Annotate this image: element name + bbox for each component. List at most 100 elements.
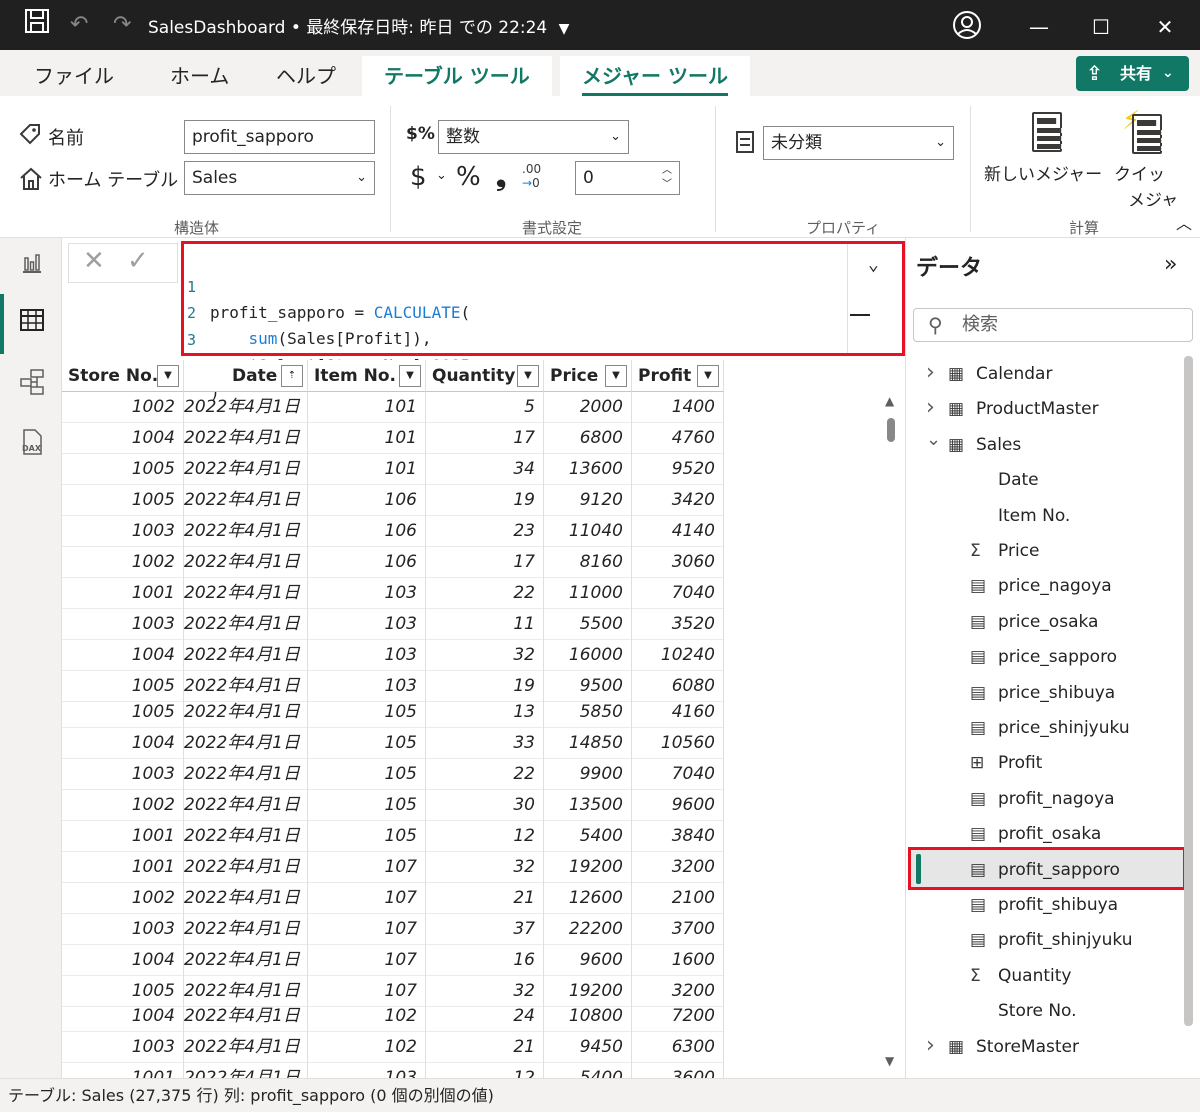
chevron-down-icon[interactable]: ⌄ [868, 254, 879, 275]
table-row[interactable]: 1002 2022年4月1日 105 30 13500 9600 [62, 790, 724, 821]
cell-store-no[interactable]: 1003 [62, 1032, 184, 1063]
table-row[interactable]: 1003 2022年4月1日 102 21 9450 6300 [62, 1032, 724, 1063]
collapse-formula-icon[interactable] [850, 314, 870, 316]
stepper-icon[interactable]: ︿ ﹀ [662, 164, 672, 192]
table-row[interactable]: 1004 2022年4月1日 107 16 9600 1600 [62, 945, 724, 976]
cell-price[interactable]: 11040 [544, 516, 632, 547]
cell-store-no[interactable]: 1005 [62, 485, 184, 516]
cell-item-no[interactable]: 105 [308, 697, 426, 728]
tree-field-item[interactable]: ▤ price_nagoya [906, 569, 1184, 604]
cell-date[interactable]: 2022年4月1日 [184, 728, 308, 759]
tree-field-item[interactable]: ▤ profit_osaka [906, 817, 1184, 852]
cell-quantity[interactable]: 17 [426, 547, 544, 578]
table-row[interactable]: 1003 2022年4月1日 103 11 5500 3520 [62, 609, 724, 640]
tree-field-item[interactable]: Date [906, 463, 1184, 498]
scroll-up-icon[interactable]: ▲ [885, 394, 894, 408]
cell-quantity[interactable]: 5 [426, 392, 544, 423]
column-header-price[interactable]: Price ▼ [544, 360, 632, 392]
home-table-select[interactable]: Sales ⌄ [184, 161, 375, 195]
tree-field-item[interactable]: ▤ price_shinjyuku [906, 711, 1184, 746]
cell-store-no[interactable]: 1005 [62, 697, 184, 728]
scroll-down-icon[interactable]: ▼ [885, 1054, 894, 1068]
cell-profit[interactable]: 2100 [632, 883, 724, 914]
cell-item-no[interactable]: 107 [308, 914, 426, 945]
table-row[interactable]: 1003 2022年4月1日 106 23 11040 4140 [62, 516, 724, 547]
cell-item-no[interactable]: 107 [308, 883, 426, 914]
cell-store-no[interactable]: 1002 [62, 883, 184, 914]
table-row[interactable]: 1004 2022年4月1日 101 17 6800 4760 [62, 423, 724, 454]
chevron-down-icon[interactable]: ▼ [559, 21, 570, 37]
report-view-icon[interactable] [18, 250, 46, 278]
cell-profit[interactable]: 4160 [632, 697, 724, 728]
column-header-item-no[interactable]: Item No. ▼ [308, 360, 426, 392]
format-select[interactable]: 整数 ⌄ [438, 120, 629, 154]
tree-table-item[interactable]: › ▦ ProductMaster [906, 392, 1184, 427]
minimize-button[interactable]: — [1008, 0, 1070, 50]
cell-price[interactable]: 5500 [544, 609, 632, 640]
tree-field-item[interactable]: ▤ profit_nagoya [906, 782, 1184, 817]
cell-date[interactable]: 2022年4月1日 [184, 516, 308, 547]
cell-quantity[interactable]: 23 [426, 516, 544, 547]
chevron-right-icon[interactable]: › [926, 355, 935, 390]
cell-quantity[interactable]: 22 [426, 578, 544, 609]
cell-quantity[interactable]: 22 [426, 759, 544, 790]
quick-measure-button[interactable]: ⚡ クイッ メジャ [1114, 106, 1176, 206]
cell-date[interactable]: 2022年4月1日 [184, 914, 308, 945]
chevron-right-icon[interactable]: › [926, 390, 935, 425]
cell-profit[interactable]: 3200 [632, 852, 724, 883]
cell-store-no[interactable]: 1005 [62, 454, 184, 485]
decimal-places-icon[interactable]: .00 →0 [522, 162, 541, 190]
cancel-formula-icon[interactable]: ✕ [83, 246, 105, 276]
formula-editor[interactable]: 1 profit_sapporo = CALCULATE( 2 sum(Sale… [181, 241, 905, 402]
tree-field-item[interactable]: ▤ profit_shibuya [906, 888, 1184, 923]
tree-field-item[interactable]: ▤ price_osaka [906, 605, 1184, 640]
tab-table-tools[interactable]: テーブル ツール [362, 56, 552, 96]
chevron-down-icon[interactable]: ⌄ [436, 168, 447, 183]
cell-item-no[interactable]: 105 [308, 728, 426, 759]
table-row[interactable]: 1005 2022年4月1日 105 13 5850 4160 [62, 697, 724, 728]
table-row[interactable]: 1001 2022年4月1日 103 12 5400 3600 [62, 1063, 724, 1078]
share-button[interactable]: ⇪ 共有 ⌄ [1076, 56, 1189, 91]
cell-profit[interactable]: 10560 [632, 728, 724, 759]
tree-field-item[interactable]: Σ Quantity [906, 959, 1184, 994]
cell-price[interactable]: 12600 [544, 883, 632, 914]
table-row[interactable]: 1001 2022年4月1日 103 22 11000 7040 [62, 578, 724, 609]
table-row[interactable]: 1005 2022年4月1日 106 19 9120 3420 [62, 485, 724, 516]
chevron-down-icon[interactable]: ⌄ [926, 422, 941, 457]
column-header-store-no[interactable]: Store No. ▼ [62, 360, 184, 392]
cell-item-no[interactable]: 106 [308, 485, 426, 516]
cell-profit[interactable]: 7200 [632, 1001, 724, 1032]
cell-profit[interactable]: 4140 [632, 516, 724, 547]
cell-date[interactable]: 2022年4月1日 [184, 790, 308, 821]
cell-date[interactable]: 2022年4月1日 [184, 1063, 308, 1078]
grid-scrollbar[interactable]: ▲ ▼ [882, 390, 900, 1074]
table-row[interactable]: 1004 2022年4月1日 103 32 16000 10240 [62, 640, 724, 671]
cell-quantity[interactable]: 32 [426, 852, 544, 883]
table-row[interactable]: 1005 2022年4月1日 101 34 13600 9520 [62, 454, 724, 485]
collapse-ribbon-icon[interactable]: ︿ [1176, 210, 1192, 234]
cell-item-no[interactable]: 105 [308, 821, 426, 852]
decimal-places-input[interactable]: 0 ︿ ﹀ [575, 161, 680, 195]
cell-quantity[interactable]: 12 [426, 1063, 544, 1078]
cell-quantity[interactable]: 13 [426, 697, 544, 728]
table-row[interactable]: 1004 2022年4月1日 102 24 10800 7200 [62, 1001, 724, 1032]
filter-dropdown-icon[interactable]: ▼ [399, 365, 421, 387]
cell-quantity[interactable]: 11 [426, 609, 544, 640]
tab-file[interactable]: ファイル [34, 56, 114, 96]
cell-item-no[interactable]: 105 [308, 790, 426, 821]
cell-quantity[interactable]: 21 [426, 883, 544, 914]
cell-date[interactable]: 2022年4月1日 [184, 759, 308, 790]
cell-store-no[interactable]: 1004 [62, 1001, 184, 1032]
tree-field-item[interactable]: Item No. [906, 499, 1184, 534]
data-pane-scrollbar[interactable] [1184, 356, 1193, 1026]
cell-item-no[interactable]: 103 [308, 578, 426, 609]
cell-quantity[interactable]: 34 [426, 454, 544, 485]
cell-item-no[interactable]: 101 [308, 423, 426, 454]
cell-quantity[interactable]: 30 [426, 790, 544, 821]
data-category-select[interactable]: 未分類 ⌄ [763, 126, 954, 160]
column-header-profit[interactable]: Profit ▼ [632, 360, 724, 392]
tree-field-item[interactable]: Store No. [906, 994, 1184, 1029]
table-row[interactable]: 1001 2022年4月1日 107 32 19200 3200 [62, 852, 724, 883]
cell-item-no[interactable]: 101 [308, 392, 426, 423]
cell-item-no[interactable]: 103 [308, 609, 426, 640]
